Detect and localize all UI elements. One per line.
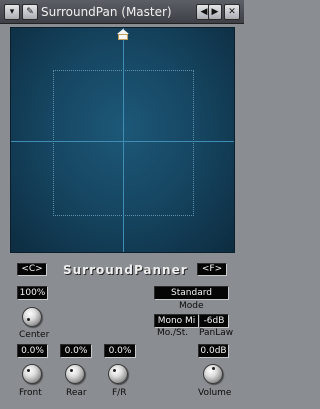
panner-crosshair-vertical[interactable] [123, 28, 124, 252]
rear-knob[interactable] [65, 364, 85, 384]
volume-knob[interactable] [203, 364, 223, 384]
rear-value-display[interactable]: 0.0% [60, 344, 92, 358]
center-knob[interactable] [22, 307, 42, 327]
center-value-display[interactable]: 100% [17, 286, 48, 300]
window-titlebar: ▾ ✎ SurroundPan (Master) ◀ ▶ ✕ [0, 0, 244, 24]
panlaw-select[interactable]: -6dB [199, 314, 229, 328]
triangle-right-icon[interactable]: ▶ [208, 4, 222, 20]
fr-knob[interactable] [108, 364, 128, 384]
plugin-brand: SurroundPanner [63, 263, 188, 277]
edit-icon[interactable]: ✎ [22, 4, 38, 20]
center-label: Center [19, 330, 50, 340]
panlaw-label: PanLaw [199, 328, 234, 338]
fr-value-display[interactable]: 0.0% [104, 344, 136, 358]
front-value-display[interactable]: 0.0% [17, 344, 48, 358]
window-title: SurroundPan (Master) [41, 5, 172, 19]
panner-display[interactable] [10, 27, 235, 253]
mode-label: Mode [179, 301, 204, 311]
fr-label: F/R [112, 388, 127, 398]
mode-select[interactable]: Standard [154, 286, 229, 300]
mono-stereo-label: Mo./St. [157, 328, 189, 338]
speaker-home-icon[interactable] [116, 29, 130, 41]
front-knob[interactable] [22, 364, 42, 384]
f-speaker-button[interactable]: <F> [197, 263, 227, 276]
chevron-down-icon[interactable]: ▾ [4, 4, 20, 20]
front-label: Front [19, 388, 42, 398]
center-speaker-button[interactable]: <C> [17, 263, 47, 276]
volume-label: Volume [198, 388, 232, 398]
volume-value-display[interactable]: 0.0dB [198, 344, 229, 358]
mono-stereo-select[interactable]: Mono Mi [154, 314, 199, 328]
rear-label: Rear [66, 388, 87, 398]
close-icon[interactable]: ✕ [224, 4, 240, 20]
